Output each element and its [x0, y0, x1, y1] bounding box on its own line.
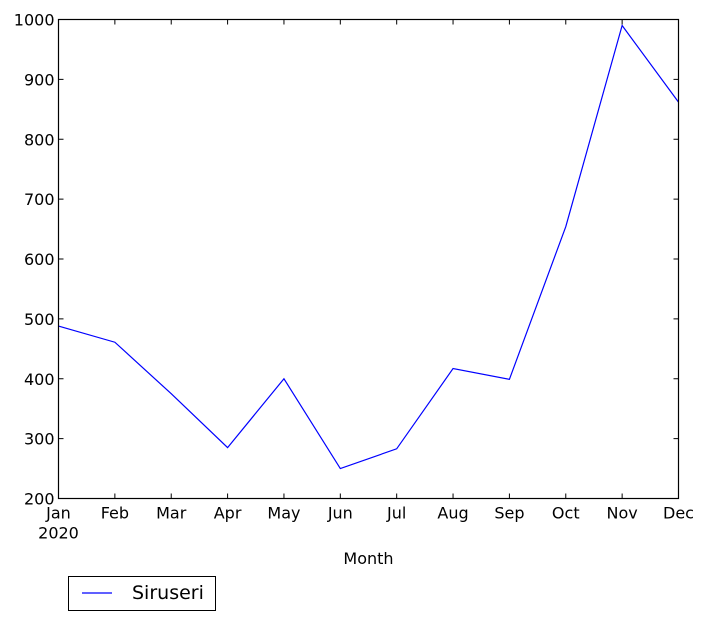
y-tick-label: 300: [24, 430, 55, 449]
y-tick-label: 800: [24, 130, 55, 149]
plot-frame: [57, 18, 680, 500]
x-tick-label: Nov: [607, 504, 638, 523]
x-tick-label: Oct: [552, 504, 580, 523]
y-axis: 2003004005006007008009001000: [14, 11, 679, 509]
x-tick-label: Dec: [663, 504, 694, 523]
x-tick-label: Mar: [156, 504, 187, 523]
series-line-siruseri: [58, 24, 679, 470]
line-chart: 2003004005006007008009001000 Jan Feb Mar Ap…: [14, 11, 694, 611]
x-tick-label: Jul: [386, 504, 406, 523]
x-tick-label: Apr: [214, 504, 242, 523]
x-tick-label: Sep: [494, 504, 524, 523]
x-axis-year-label: 2020: [38, 524, 79, 543]
x-tick-label: May: [267, 504, 300, 523]
y-tick-label: 1000: [14, 11, 55, 30]
x-axis: Jan Feb Mar Apr May Jun Jul Aug Sep Oct Nov Dec: [45, 19, 694, 523]
x-tick-label: Aug: [437, 504, 468, 523]
x-axis-label: Month: [343, 549, 393, 568]
legend: Siruseri: [68, 576, 216, 611]
x-tick-label: Jan: [45, 504, 71, 523]
plot-area: [57, 18, 680, 500]
y-tick-label: 400: [24, 370, 55, 389]
y-tick-label: 600: [24, 250, 55, 269]
x-tick-label: Feb: [101, 504, 129, 523]
y-tick-label: 700: [24, 190, 55, 209]
y-tick-label: 900: [24, 70, 55, 89]
legend-label-siruseri: Siruseri: [132, 582, 204, 604]
y-tick-label: 500: [24, 310, 55, 329]
x-tick-label: Jun: [327, 504, 353, 523]
